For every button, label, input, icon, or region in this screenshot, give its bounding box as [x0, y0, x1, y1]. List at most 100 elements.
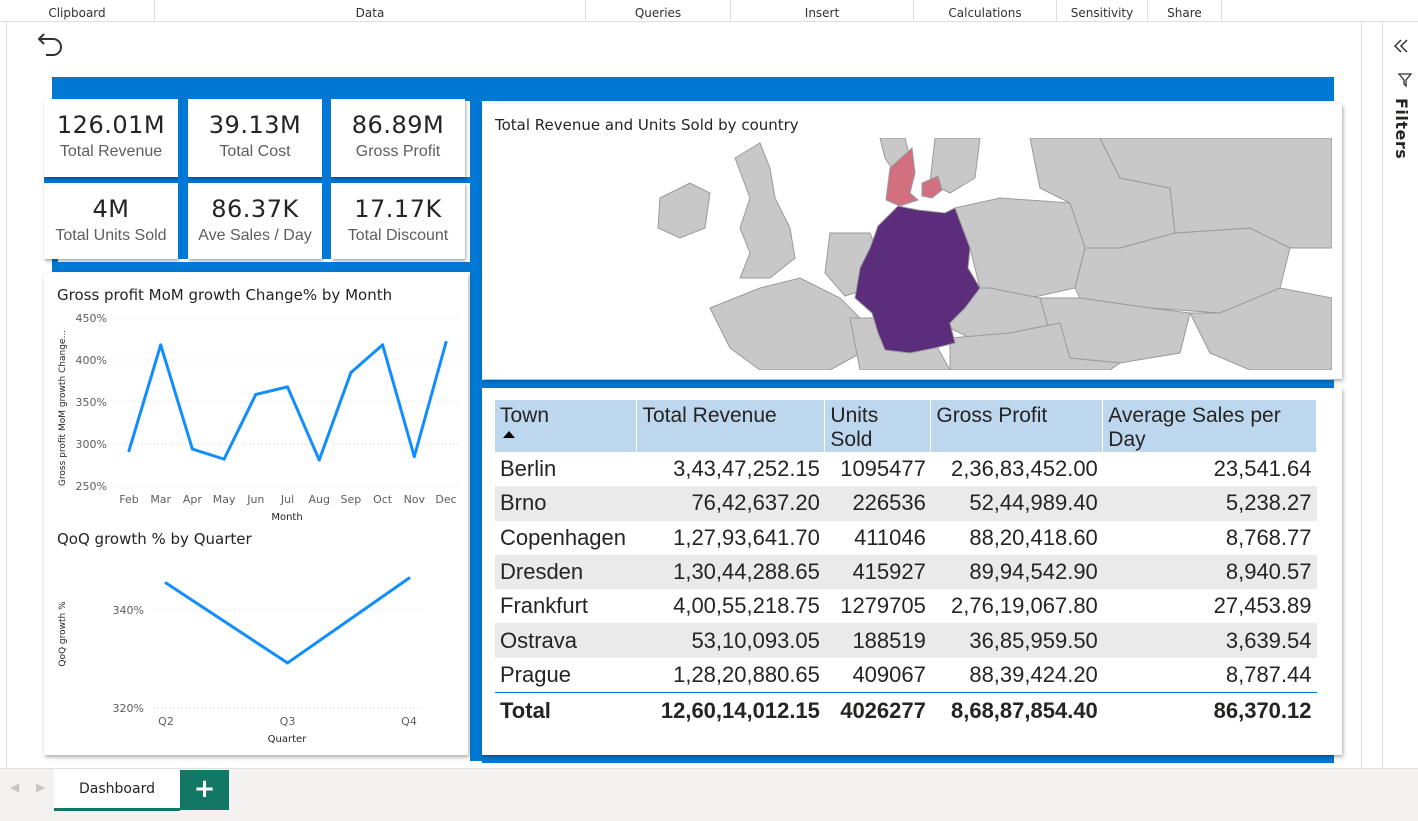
kpi-card-total-cost[interactable]: 39.13M Total Cost: [188, 99, 322, 177]
data-point: [286, 385, 289, 389]
mom-series-line: [127, 341, 448, 462]
col-header-units-sold[interactable]: Units Sold: [824, 400, 932, 452]
qoq-growth-chart[interactable]: 320% 340% Q2 Q3 Q4 Quarter QoQ growth %: [50, 556, 465, 748]
frame-bar-right-middle: [482, 380, 1334, 388]
mom-yaxis-title: Gross profit MoM growth Change...: [58, 330, 68, 486]
cell-town: Prague: [500, 661, 571, 687]
undo-icon[interactable]: [36, 28, 66, 58]
cell-units-sold: 415927: [824, 554, 931, 590]
card-divider: [322, 99, 331, 259]
cell-gross-profit: 2,76,19,067.80: [950, 593, 1098, 619]
next-page-arrow-icon[interactable]: ▶: [36, 780, 45, 794]
data-point: [349, 371, 353, 375]
data-point: [159, 343, 163, 347]
x-tick-label: Nov: [404, 493, 426, 506]
x-tick-label: Q2: [158, 715, 174, 728]
ribbon-group-insert[interactable]: Insert: [731, 0, 914, 22]
data-point: [444, 340, 448, 344]
y-tick-label: 350%: [76, 396, 107, 409]
kpi-card-ave-sales-day[interactable]: 86.37K Ave Sales / Day: [188, 183, 322, 259]
cell-average-sales: 3,639.54: [1102, 623, 1317, 658]
cell-total-revenue: 3,43,47,252.15: [673, 456, 820, 482]
table-row[interactable]: Dresden 1,30,44,288.65 415927 89,94,542.…: [495, 554, 1317, 590]
town-matrix-table: Town Total Revenue Units Sold Gross Prof…: [495, 400, 1317, 731]
data-point: [190, 447, 194, 451]
cell-town: Frankfurt: [500, 593, 589, 619]
data-point: [127, 449, 131, 453]
cell-gross-profit: 88,39,424.20: [969, 661, 1098, 687]
kpi-value: 86.89M: [351, 111, 445, 139]
x-tick-label: Sep: [341, 493, 362, 506]
kpi-card-total-discount[interactable]: 17.17K Total Discount: [331, 183, 465, 259]
collapse-pane-icon[interactable]: [1393, 38, 1409, 54]
kpi-card-total-revenue[interactable]: 126.01M Total Revenue: [44, 99, 178, 177]
cell-town: Berlin: [500, 456, 557, 482]
ribbon-group-queries[interactable]: Queries: [586, 0, 731, 22]
cell-units-sold: 1279705: [840, 593, 926, 619]
table-row[interactable]: Ostrava 53,10,093.05 188519 36,85,959.50…: [495, 623, 1317, 658]
col-header-town[interactable]: Town: [495, 400, 638, 452]
kpi-value: 4M: [92, 195, 130, 223]
frame-bar-middle: [470, 101, 482, 761]
cell-town: Brno: [495, 486, 637, 521]
table-row[interactable]: Brno 76,42,637.20 226536 52,44,989.40 5,…: [495, 486, 1317, 521]
map-title: Total Revenue and Units Sold by country: [495, 116, 799, 134]
y-tick-label: 320%: [113, 702, 144, 715]
cell-units-sold: 409067: [852, 661, 926, 687]
total-label: Total: [495, 691, 637, 731]
col-header-average-sales-per-day[interactable]: Average Sales per Day: [1102, 400, 1317, 452]
table-row[interactable]: Berlin 3,43,47,252.15 1095477 2,36,83,45…: [495, 452, 1317, 486]
card-divider: [178, 99, 188, 259]
kpi-label: Gross Profit: [355, 143, 441, 160]
cell-average-sales: 8,940.57: [1102, 554, 1317, 590]
x-tick-label: Jul: [280, 493, 294, 506]
mom-growth-chart[interactable]: 250% 300% 350% 400% 450% Feb Mar Apr May Jun Jul Au…: [50, 306, 465, 524]
prev-page-arrow-icon[interactable]: ◀: [10, 780, 19, 794]
qoq-grid: 320% 340% Q2 Q3 Q4: [113, 604, 421, 728]
y-tick-label: 300%: [76, 438, 107, 451]
total-average-sales: 86,370.12: [1102, 691, 1317, 731]
x-tick-label: Dec: [435, 493, 456, 506]
col-header-gross-profit[interactable]: Gross Profit: [930, 400, 1104, 452]
kpi-label: Total Revenue: [59, 143, 163, 160]
kpi-card-total-units-sold[interactable]: 4M Total Units Sold: [44, 183, 178, 259]
ribbon-group-share[interactable]: Share: [1148, 0, 1222, 22]
kpi-value: 126.01M: [56, 111, 166, 139]
kpi-value: 86.37K: [211, 195, 299, 223]
x-tick-label: Oct: [373, 493, 393, 506]
ribbon-group-data[interactable]: Data: [155, 0, 586, 22]
add-page-button[interactable]: +: [180, 770, 229, 810]
header-band: [52, 77, 1334, 101]
qoq-yaxis-title: QoQ growth %: [58, 601, 68, 667]
data-point: [254, 392, 258, 396]
cell-average-sales: 8,787.44: [1225, 661, 1312, 687]
table-total-row: Total 12,60,14,012.15 4026277 8,68,87,85…: [495, 691, 1317, 731]
cell-total-revenue: 1,27,93,641.70: [673, 524, 820, 550]
x-tick-label: Feb: [119, 493, 138, 506]
x-tick-label: Jun: [246, 493, 264, 506]
cell-total-revenue: 4,00,55,218.75: [673, 593, 820, 619]
table-row[interactable]: Frankfurt 4,00,55,218.75 1279705 2,76,19…: [495, 589, 1317, 623]
ribbon-group-calculations[interactable]: Calculations: [914, 0, 1057, 22]
mom-chart-title: Gross profit MoM growth Change% by Month: [57, 286, 393, 304]
ribbon: Clipboard Data Queries Insert Calculatio…: [0, 0, 1418, 22]
tab-dashboard[interactable]: Dashboard: [54, 769, 180, 811]
data-point: [407, 576, 411, 580]
ribbon-group-clipboard[interactable]: Clipboard: [0, 0, 155, 22]
kpi-label: Total Discount: [347, 227, 449, 244]
filters-label[interactable]: Filters: [1392, 98, 1411, 159]
europe-map[interactable]: [650, 138, 1332, 370]
total-units-sold: 4026277: [824, 691, 931, 731]
cell-gross-profit: 52,44,989.40: [930, 486, 1103, 521]
table-row[interactable]: Copenhagen 1,27,93,641.70 411046 88,20,4…: [495, 521, 1317, 555]
cell-total-revenue: 53,10,093.05: [636, 623, 825, 658]
ribbon-group-sensitivity[interactable]: Sensitivity: [1057, 0, 1148, 22]
sort-ascending-icon[interactable]: [503, 431, 515, 438]
col-header-total-revenue[interactable]: Total Revenue: [636, 400, 826, 452]
data-point: [381, 343, 385, 347]
table-row[interactable]: Prague 1,28,20,880.65 409067 88,39,424.2…: [495, 658, 1317, 692]
kpi-card-gross-profit[interactable]: 86.89M Gross Profit: [331, 99, 465, 177]
frame-bar-kpi-bottom: [52, 262, 470, 272]
x-tick-label: Aug: [308, 493, 329, 506]
cell-town: Copenhagen: [500, 524, 627, 550]
